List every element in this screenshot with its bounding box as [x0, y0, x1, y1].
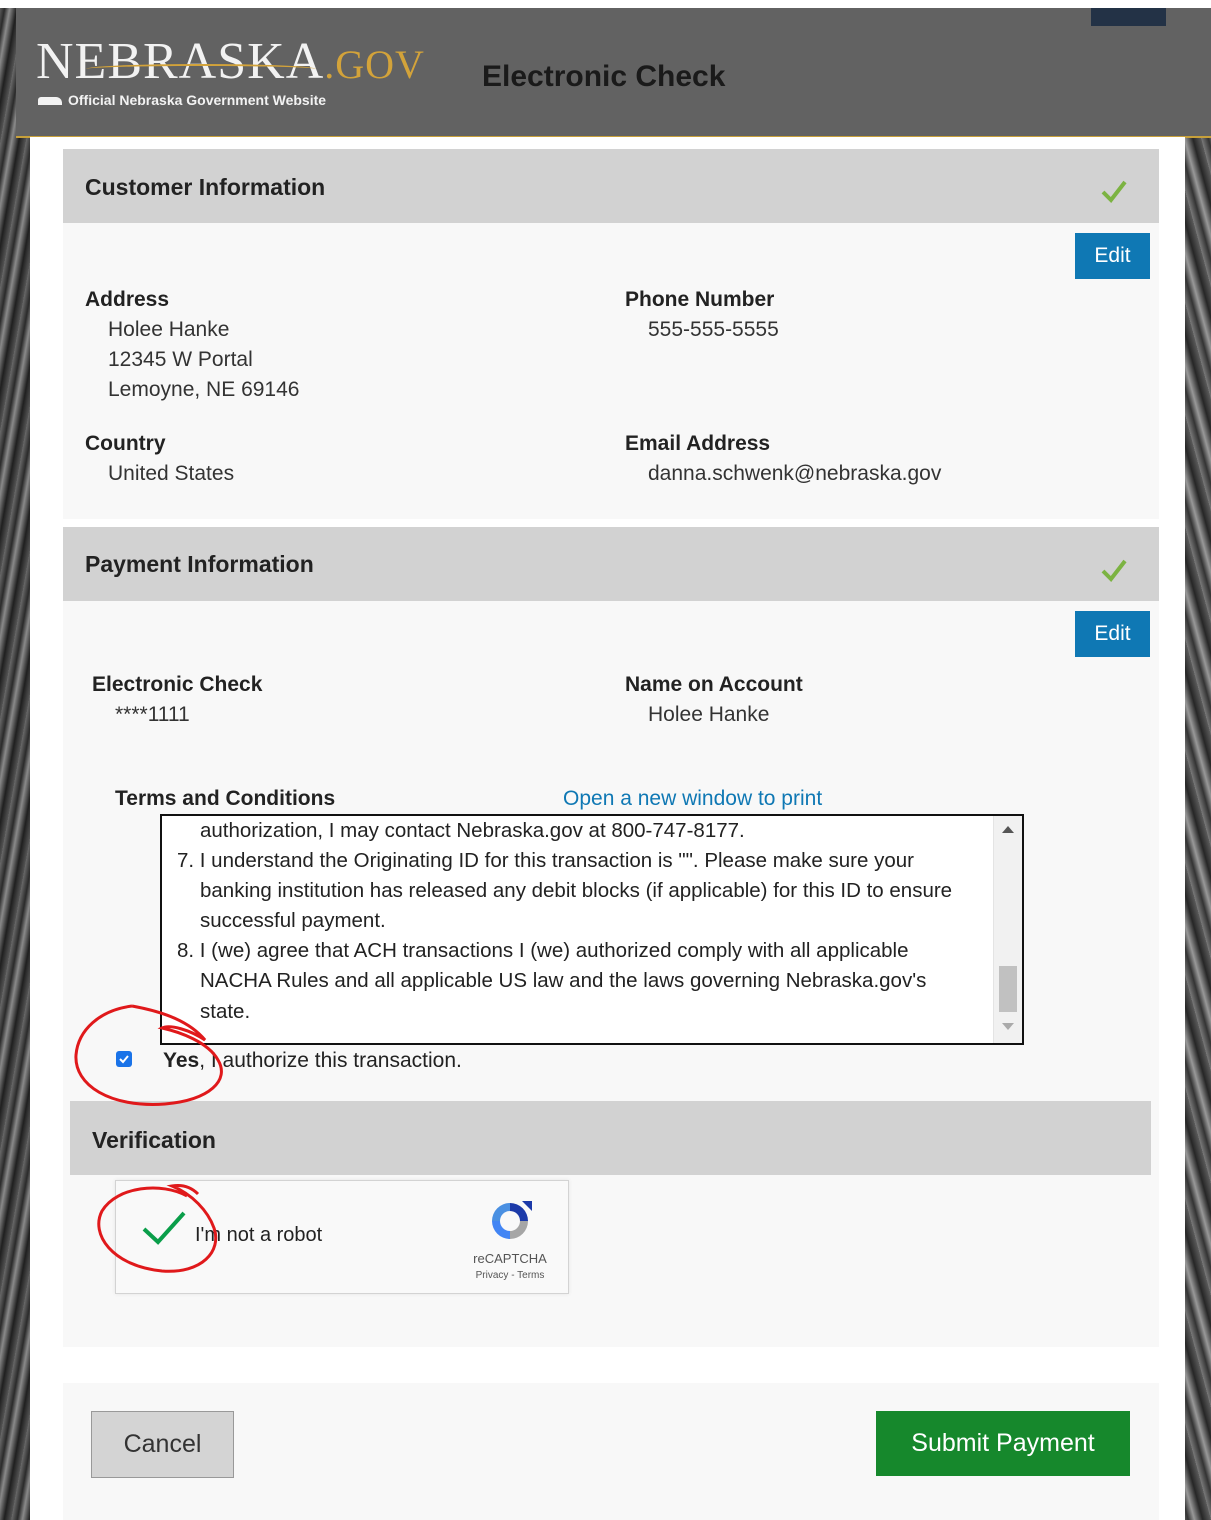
recaptcha-logo-icon — [492, 1201, 532, 1239]
logo-subtitle-text: Official Nebraska Government Website — [68, 92, 327, 108]
check-icon — [1101, 180, 1127, 204]
address-line-2: 12345 W Portal — [108, 348, 253, 371]
logo-gov-text: .GOV — [324, 42, 425, 87]
email-value: danna.schwenk@nebraska.gov — [648, 462, 942, 485]
name-on-account-label: Name on Account — [625, 673, 803, 696]
payment-method-label: Electronic Check — [92, 673, 263, 696]
customer-info-heading: Customer Information — [85, 174, 326, 200]
submit-payment-button[interactable]: Submit Payment — [876, 1411, 1130, 1476]
phone-label: Phone Number — [625, 288, 775, 311]
terms-line: NACHA Rules and all applicable US law an… — [200, 969, 927, 992]
recaptcha-check-icon[interactable] — [140, 1207, 188, 1247]
verification-heading: Verification — [92, 1127, 216, 1153]
name-on-account-value: Holee Hanke — [648, 703, 770, 726]
edit-payment-button[interactable]: Edit — [1075, 611, 1150, 657]
authorize-yes: Yes — [163, 1049, 200, 1072]
address-line-1: Holee Hanke — [108, 318, 230, 341]
terms-line: 8. I (we) agree that ACH transactions I … — [177, 939, 909, 962]
address-label: Address — [85, 288, 170, 311]
address-line-3: Lemoyne, NE 69146 — [108, 378, 300, 401]
page-edge-top — [0, 0, 1211, 8]
print-terms-link[interactable]: Open a new window to print — [563, 787, 822, 811]
page-title: Electronic Check — [482, 60, 726, 93]
logo-swoosh-icon — [86, 64, 316, 74]
scroll-thumb[interactable] — [999, 966, 1017, 1012]
recaptcha-label: I'm not a robot — [195, 1224, 323, 1246]
edit-customer-button[interactable]: Edit — [1075, 233, 1150, 279]
account-number-masked: ****1111 — [115, 703, 190, 726]
check-icon — [1101, 559, 1127, 583]
terms-line: authorization, I may contact Nebraska.go… — [200, 819, 745, 842]
terms-line: state. — [200, 1000, 251, 1023]
recaptcha-privacy-terms[interactable]: Privacy - Terms — [468, 1270, 552, 1281]
logo-subtitle: Official Nebraska Government Website — [38, 92, 326, 108]
recaptcha-brand: reCAPTCHA — [473, 1251, 547, 1266]
scroll-down-icon[interactable] — [1002, 1023, 1014, 1030]
logo-text: NEBRASKA — [36, 33, 325, 90]
scroll-up-icon[interactable] — [1002, 826, 1014, 833]
terms-scrollbar[interactable] — [993, 816, 1022, 1043]
verification-header: Verification — [70, 1101, 1151, 1175]
payment-panel: Customer Information Edit Address Holee … — [30, 137, 1185, 1520]
site-header: NEBRASKA.GOV Official Nebraska Governmen… — [16, 8, 1211, 138]
terms-line: 7. I understand the Originating ID for t… — [177, 849, 914, 872]
header-top-tab — [1091, 8, 1166, 26]
cancel-button[interactable]: Cancel — [91, 1411, 234, 1478]
country-value: United States — [108, 462, 235, 485]
authorize-text: , I authorize this transaction. — [199, 1049, 462, 1072]
payment-info-header: Payment Information — [63, 527, 1159, 601]
payment-info-heading: Payment Information — [85, 551, 314, 577]
terms-line: successful payment. — [200, 909, 386, 932]
car-icon — [38, 97, 62, 106]
terms-line: banking institution has released any deb… — [200, 879, 953, 902]
customer-info-header: Customer Information — [63, 149, 1159, 223]
recaptcha-widget[interactable]: I'm not a robot reCAPTCHA Privacy - Term… — [115, 1180, 569, 1294]
email-label: Email Address — [625, 432, 771, 455]
checkbox-check-icon — [119, 1055, 129, 1064]
terms-text-box[interactable]: authorization, I may contact Nebraska.go… — [160, 814, 1024, 1045]
country-label: Country — [85, 432, 166, 455]
phone-value: 555-555-5555 — [648, 318, 779, 341]
terms-label: Terms and Conditions — [115, 787, 336, 810]
authorize-label[interactable]: Yes, I authorize this transaction. — [163, 1049, 462, 1073]
authorize-checkbox[interactable] — [116, 1051, 132, 1067]
